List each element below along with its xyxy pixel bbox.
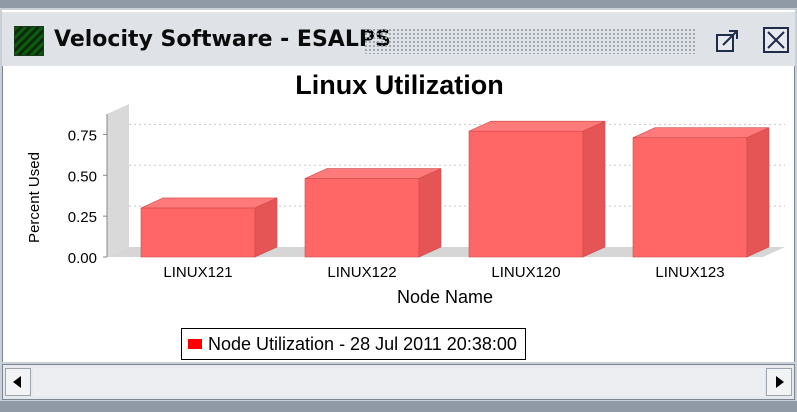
x-tick-label: LINUX120	[491, 264, 560, 281]
bar-top	[140, 197, 278, 209]
window-frame-bottom	[0, 401, 797, 412]
bar-side	[254, 197, 278, 258]
x-tick-label: LINUX123	[655, 264, 724, 281]
bar-top	[304, 168, 442, 179]
y-tick-label: 0.75	[68, 127, 97, 144]
maximize-icon	[716, 30, 738, 52]
legend-label: Node Utilization - 28 Jul 2011 20:38:00	[208, 333, 517, 354]
maximize-button[interactable]	[714, 28, 740, 54]
x-tick-label: LINUX122	[327, 264, 396, 281]
window-title: Velocity Software - ESALPS	[54, 27, 391, 52]
title-bar[interactable]: Velocity Software - ESALPS	[2, 10, 795, 66]
arrow-left-icon	[13, 376, 21, 388]
bar-side	[582, 120, 606, 258]
chart-legend: Node Utilization - 28 Jul 2011 20:38:00	[181, 328, 526, 360]
bar	[632, 137, 748, 258]
plot-left-wall	[107, 104, 129, 257]
close-button[interactable]	[763, 27, 789, 53]
scroll-left-button[interactable]	[5, 368, 31, 396]
x-axis-label: Node Name	[397, 287, 493, 307]
grid-app-icon	[14, 26, 44, 56]
close-icon	[767, 31, 785, 49]
window-frame-top	[0, 0, 797, 8]
chart-panel: Linux Utilization 0.00 0.25 0.50 0.75 LINUX1…	[2, 66, 795, 362]
bar-top	[632, 127, 770, 138]
y-tick-label: 0.25	[68, 209, 97, 226]
y-tick-label: 0.00	[68, 250, 97, 267]
scroll-track[interactable]	[33, 368, 764, 396]
bar	[304, 178, 420, 258]
title-bar-grip[interactable]	[364, 28, 696, 54]
bar-side	[418, 168, 442, 258]
y-tick-label: 0.50	[68, 168, 97, 185]
bar-top	[468, 120, 606, 132]
legend-swatch	[188, 339, 202, 349]
horizontal-scrollbar[interactable]	[2, 364, 795, 400]
bar	[140, 207, 256, 258]
chart-window: Velocity Software - ESALPS Linux Utiliza…	[0, 0, 797, 412]
bar	[468, 130, 584, 258]
bar-side	[746, 127, 770, 258]
bar-chart: 0.00 0.25 0.50 0.75 LINUX121 LINUX122 LINUX120…	[26, 104, 785, 307]
y-axis-label: Percent Used	[26, 152, 43, 243]
arrow-right-icon	[776, 376, 784, 388]
x-tick-label: LINUX121	[163, 264, 232, 281]
scroll-right-button[interactable]	[766, 368, 792, 396]
